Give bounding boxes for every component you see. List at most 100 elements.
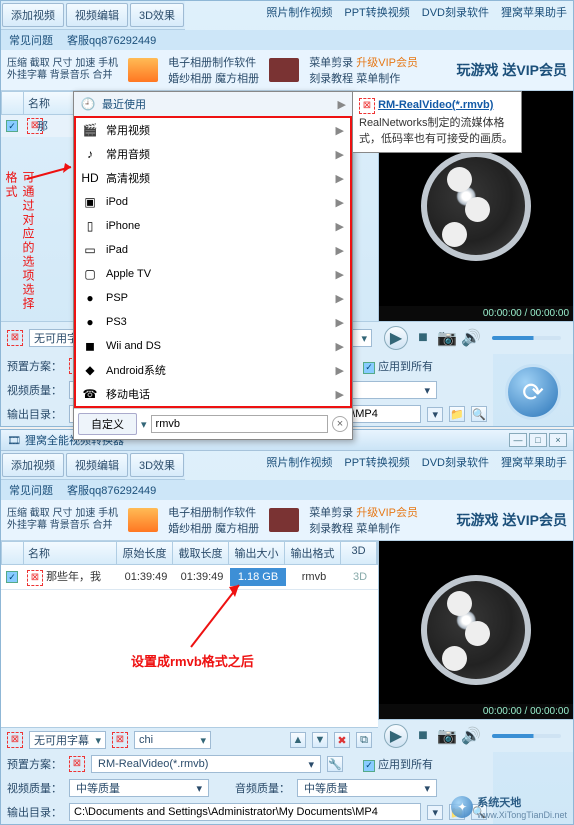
- video-edit-button-2[interactable]: 视频编辑: [66, 453, 128, 477]
- snapshot-button-2[interactable]: 📷: [438, 727, 456, 745]
- out-dir-label-2: 输出目录：: [7, 804, 63, 820]
- custom-button[interactable]: 自定义: [78, 413, 137, 435]
- promo-menu2[interactable]: 刻录教程 菜单制作: [309, 70, 418, 86]
- snapshot-button[interactable]: 📷: [438, 329, 456, 347]
- fmt-ipad[interactable]: ▭iPad▶: [76, 238, 350, 262]
- preset-select-2[interactable]: RM-RealVideo(*.rmvb)▾: [91, 755, 321, 773]
- row-checkbox-2[interactable]: ✓: [6, 571, 18, 583]
- 3d-effect-button-2[interactable]: 3D效果: [130, 453, 184, 477]
- volume-icon[interactable]: 🔊: [462, 329, 480, 347]
- col-name-2[interactable]: 名称: [24, 542, 117, 564]
- col-out-size[interactable]: 输出大小: [229, 542, 285, 564]
- cell-3d[interactable]: 3D: [342, 568, 378, 586]
- volume-slider[interactable]: [492, 336, 561, 340]
- delete-button[interactable]: ✖: [334, 732, 350, 748]
- play-game-vip-2[interactable]: 玩游戏 送VIP会员: [457, 510, 567, 530]
- link-apple[interactable]: 狸窝苹果助手: [501, 4, 567, 20]
- promo-album1-2[interactable]: 电子相册制作软件: [168, 504, 259, 520]
- link-dvd[interactable]: DVD刻录软件: [422, 4, 489, 20]
- qq-contact[interactable]: 客服qq876292449: [67, 32, 156, 48]
- link-photo-2[interactable]: 照片制作视频: [266, 454, 332, 470]
- move-up-button[interactable]: ▲: [290, 732, 306, 748]
- watermark-url: www.XiTongTianDi.net: [477, 810, 567, 820]
- fmt-common-audio[interactable]: ♪常用音频▶: [76, 142, 350, 166]
- fmt-common-video[interactable]: 🎬常用视频▶: [76, 118, 350, 142]
- subtitle-bar-2: ⊠ 无可用字幕▾ ⊠ chi▾ ▲ ▼ ✖ ⧉: [1, 727, 378, 752]
- dir-dropdown[interactable]: ▾: [427, 407, 443, 422]
- browse-button[interactable]: 🔍: [471, 406, 487, 422]
- recent-used-header[interactable]: 🕘 最近使用 ▶ ⊠ RM-RealVideo(*.rmvb) RealNetw…: [74, 92, 352, 116]
- promo-album1[interactable]: 电子相册制作软件: [168, 54, 259, 70]
- promo-menu1-2[interactable]: 菜单剪录: [309, 507, 353, 519]
- fmt-hd-video[interactable]: HD高清视频▶: [76, 166, 350, 190]
- output-dir-input-2[interactable]: [69, 803, 421, 821]
- fmt-psp[interactable]: ●PSP▶: [76, 286, 350, 310]
- video-quality-select-2[interactable]: 中等质量▾: [69, 779, 209, 797]
- qq-contact-2[interactable]: 客服qq876292449: [67, 482, 156, 498]
- dir-dropdown-2[interactable]: ▾: [427, 805, 443, 820]
- link-ppt[interactable]: PPT转换视频: [344, 4, 409, 20]
- toolbar-sub-2: 压缩 截取 尺寸 加速 手机 外挂字幕 背景音乐 合并: [7, 508, 118, 532]
- 3d-effect-button[interactable]: 3D效果: [130, 3, 184, 27]
- side-thumb-missing-icon: ⊠: [359, 98, 375, 114]
- col-orig-len[interactable]: 原始长度: [117, 542, 173, 564]
- play-button-2[interactable]: ▶: [384, 724, 408, 748]
- video-edit-button[interactable]: 视频编辑: [66, 3, 128, 27]
- vip-upgrade-link-2[interactable]: 升级VIP会员: [356, 507, 418, 519]
- subtitle-select-2[interactable]: 无可用字幕▾: [29, 731, 106, 749]
- audio-track-select[interactable]: chi▾: [134, 731, 211, 749]
- volume-icon-2[interactable]: 🔊: [462, 727, 480, 745]
- col-out-fmt[interactable]: 输出格式: [285, 542, 341, 564]
- preset-settings-button-2[interactable]: 🔧: [327, 756, 343, 772]
- play-game-vip[interactable]: 玩游戏 送VIP会员: [457, 60, 567, 80]
- clear-search-icon[interactable]: ×: [332, 416, 348, 432]
- faq-link[interactable]: 常见问题: [9, 32, 53, 48]
- sub-missing-icon-2: ⊠: [7, 732, 23, 748]
- format-search-input[interactable]: [151, 415, 328, 433]
- col-3d[interactable]: 3D: [341, 542, 377, 564]
- side-title[interactable]: RM-RealVideo(*.rmvb): [378, 99, 493, 111]
- apply-all-checkbox[interactable]: ✓: [363, 362, 375, 374]
- close-button[interactable]: ×: [549, 433, 567, 447]
- fmt-ipod[interactable]: ▣iPod▶: [76, 190, 350, 214]
- promo-album2-2[interactable]: 婚纱相册 魔方相册: [168, 520, 259, 536]
- merge-button[interactable]: ⧉: [356, 732, 372, 748]
- chevron-down-icon[interactable]: ▾: [141, 418, 147, 431]
- link-photo[interactable]: 照片制作视频: [266, 4, 332, 20]
- open-folder-button[interactable]: 📁: [449, 406, 465, 422]
- promo-menu2-2[interactable]: 刻录教程 菜单制作: [309, 520, 418, 536]
- link-apple-2[interactable]: 狸窝苹果助手: [501, 454, 567, 470]
- vip-upgrade-link[interactable]: 升级VIP会员: [356, 57, 418, 69]
- fmt-android[interactable]: ◆Android系统▶: [76, 358, 350, 382]
- fmt-mobile[interactable]: ☎移动电话▶: [76, 382, 350, 406]
- add-video-button[interactable]: 添加视频: [2, 3, 64, 27]
- convert-button[interactable]: ⟳: [505, 364, 561, 420]
- move-down-button[interactable]: ▼: [312, 732, 328, 748]
- promo-album2[interactable]: 婚纱相册 魔方相册: [168, 70, 259, 86]
- col-cut-len[interactable]: 截取长度: [173, 542, 229, 564]
- add-video-button-2[interactable]: 添加视频: [2, 453, 64, 477]
- faq-link-2[interactable]: 常见问题: [9, 482, 53, 498]
- sub-missing-icon: ⊠: [7, 330, 23, 346]
- fmt-iphone[interactable]: ▯iPhone▶: [76, 214, 350, 238]
- play-button[interactable]: ▶: [384, 326, 408, 350]
- info-row: 常见问题 客服qq876292449: [1, 30, 573, 50]
- volume-slider-2[interactable]: [492, 734, 561, 738]
- promo-menu1[interactable]: 菜单剪录: [309, 57, 353, 69]
- fmt-appletv[interactable]: ▢Apple TV▶: [76, 262, 350, 286]
- apply-all-checkbox-2[interactable]: ✓: [363, 760, 375, 772]
- table-row-2[interactable]: ✓ ⊠ 那些年，我 01:39:49 01:39:49 1.18 GB rmvb…: [1, 565, 378, 590]
- audio-quality-select-2[interactable]: 中等质量▾: [297, 779, 437, 797]
- stop-button[interactable]: ■: [414, 329, 432, 347]
- stop-button-2[interactable]: ■: [414, 727, 432, 745]
- header-links: 照片制作视频 PPT转换视频 DVD刻录软件 狸窝苹果助手: [260, 1, 573, 23]
- fmt-ps3[interactable]: ●PS3▶: [76, 310, 350, 334]
- maximize-button[interactable]: □: [529, 433, 547, 447]
- minimize-button[interactable]: —: [509, 433, 527, 447]
- cell-out-fmt: rmvb: [286, 568, 342, 586]
- row-checkbox[interactable]: ✓: [6, 120, 18, 132]
- fmt-wii-ds[interactable]: ◼Wii and DS▶: [76, 334, 350, 358]
- link-ppt-2[interactable]: PPT转换视频: [344, 454, 409, 470]
- link-dvd-2[interactable]: DVD刻录软件: [422, 454, 489, 470]
- vq-label-2: 视频质量：: [7, 780, 63, 796]
